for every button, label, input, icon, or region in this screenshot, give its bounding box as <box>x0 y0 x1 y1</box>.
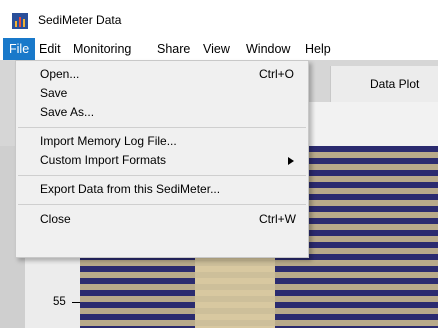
menu-item-open-shortcut: Ctrl+O <box>259 67 295 81</box>
menu-item-save[interactable]: Save <box>16 84 308 103</box>
menu-view[interactable]: View <box>197 38 236 60</box>
chart-app-icon <box>12 13 28 29</box>
menu-item-close-label: Close <box>40 212 71 226</box>
menu-separator <box>18 204 306 205</box>
menu-item-save-label: Save <box>40 86 68 100</box>
menu-item-import-memory-log[interactable]: Import Memory Log File... <box>16 132 308 151</box>
menu-bar: File Edit Monitoring Share View Window H… <box>0 38 438 60</box>
menu-item-export-data-label: Export Data from this SediMeter... <box>40 182 221 196</box>
menu-item-custom-import-formats[interactable]: Custom Import Formats <box>16 151 308 170</box>
menu-window[interactable]: Window <box>240 38 296 60</box>
menu-share[interactable]: Share <box>151 38 196 60</box>
menu-item-custom-import-formats-label: Custom Import Formats <box>40 153 167 167</box>
menu-help[interactable]: Help <box>299 38 337 60</box>
menu-edit[interactable]: Edit <box>33 38 67 60</box>
menu-item-close[interactable]: Close Ctrl+W <box>16 210 308 229</box>
menu-item-open-label: Open... <box>40 67 80 81</box>
menu-file[interactable]: File <box>3 38 36 60</box>
panel-title: Data Plot <box>370 77 420 91</box>
menu-separator <box>18 175 306 176</box>
y-axis-tick-label: 55 <box>53 296 66 308</box>
menu-item-save-as-label: Save As... <box>40 105 95 119</box>
menu-monitoring[interactable]: Monitoring <box>67 38 137 60</box>
menu-item-export-data[interactable]: Export Data from this SediMeter... <box>16 180 308 199</box>
menu-item-save-as[interactable]: Save As... <box>16 103 308 122</box>
menu-item-close-shortcut: Ctrl+W <box>259 212 296 226</box>
title-bar: SediMeter Data <box>0 0 438 38</box>
file-menu-dropdown: Open... Ctrl+O Save Save As... Import Me… <box>15 60 309 258</box>
chevron-right-icon <box>288 157 294 165</box>
y-axis-tick <box>72 302 80 303</box>
menu-item-open[interactable]: Open... Ctrl+O <box>16 65 308 84</box>
menu-item-import-memory-log-label: Import Memory Log File... <box>40 134 177 148</box>
menu-separator <box>18 127 306 128</box>
window-title: SediMeter Data <box>38 13 122 27</box>
